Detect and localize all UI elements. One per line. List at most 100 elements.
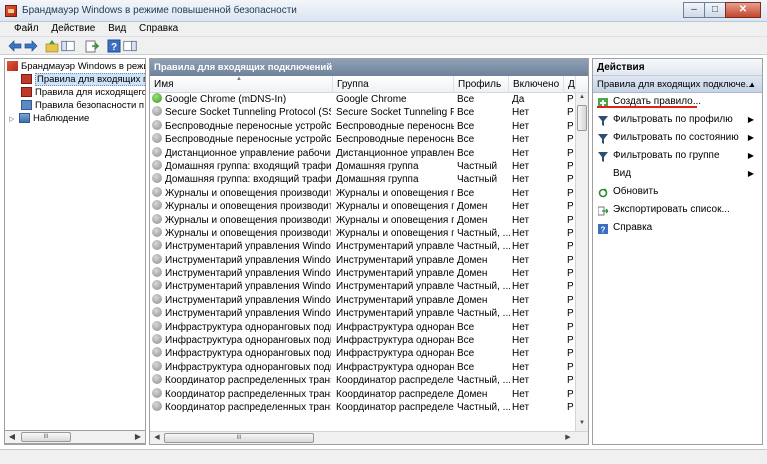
scroll-left-icon[interactable]: ◀ (5, 431, 19, 443)
rule-action-cell: Р (567, 388, 574, 400)
column-group[interactable]: Группа (333, 76, 454, 93)
table-row[interactable]: Инструментарий управления Windows ... Инс… (150, 307, 588, 320)
rule-profile-cell: Частный, ... (457, 375, 510, 387)
tree-item-inbound-rules[interactable]: Правила для входящих по (21, 73, 145, 86)
window-controls: – □ ✕ (683, 2, 761, 18)
rule-disabled-icon (152, 106, 162, 117)
table-row[interactable]: Журналы и оповещения производител... Журн… (150, 186, 588, 200)
table-row[interactable]: Беспроводные переносные устройства... Бес… (150, 133, 588, 146)
rule-disabled-icon (152, 360, 162, 371)
rule-profile-cell: Все (457, 187, 475, 199)
rule-name-text: Координатор распределенных транзак... (165, 388, 331, 400)
tree-horizontal-scrollbar[interactable]: ◀ III ▶ (4, 430, 146, 444)
close-button[interactable]: ✕ (725, 2, 761, 18)
rule-action-cell: Р (567, 294, 574, 306)
rule-name-cell: Инструментарий управления Windows ... (150, 293, 331, 307)
show-hide-tree-icon[interactable] (61, 39, 79, 53)
rule-disabled-icon (152, 267, 162, 278)
rule-disabled-icon (152, 280, 162, 291)
action-filter-by-group[interactable]: Фильтровать по группе ▶ (593, 147, 762, 165)
table-row[interactable]: Инструментарий управления Windows ... Инс… (150, 253, 588, 267)
column-name[interactable]: Имя (150, 76, 333, 93)
rule-profile-cell: Частный, ... (457, 227, 510, 239)
svg-text:?: ? (111, 42, 117, 53)
action-filter-by-profile[interactable]: Фильтровать по профилю ▶ (593, 111, 762, 129)
scroll-right-icon[interactable]: ▶ (562, 433, 574, 443)
tree-item-connection-security[interactable]: Правила безопасности п (21, 100, 144, 112)
scroll-left-icon[interactable]: ◀ (151, 433, 163, 443)
table-row[interactable]: Инфраструктура одноранговых подкл... Инфр… (150, 360, 588, 374)
tree-item-root[interactable]: Брандмауэр Windows в режим (7, 61, 145, 73)
scroll-right-icon[interactable]: ▶ (131, 431, 145, 443)
column-enabled[interactable]: Включено (509, 76, 564, 93)
help-toolbar-icon[interactable]: ? (107, 39, 121, 53)
scroll-down-icon[interactable]: ▼ (576, 420, 588, 430)
table-row[interactable]: Домашняя группа: входящий трафик Домашняя… (150, 159, 588, 173)
maximize-button[interactable]: □ (704, 2, 726, 18)
show-hide-action-pane-icon[interactable] (123, 39, 141, 53)
menu-file[interactable]: Файл (9, 22, 44, 36)
actions-section-header[interactable]: Правила для входящих подключе... ▲ (593, 76, 762, 93)
action-new-rule[interactable]: Создать правило... (593, 93, 762, 111)
rule-name-text: Инфраструктура одноранговых подкл... (165, 361, 331, 373)
action-filter-by-state[interactable]: Фильтровать по состоянию ▶ (593, 129, 762, 147)
up-folder-icon[interactable] (45, 39, 59, 53)
minimize-button[interactable]: – (683, 2, 705, 18)
rule-group-cell: Инструментарий управлен... (336, 294, 454, 306)
table-row[interactable]: Secure Socket Tunneling Protocol (SSTP-.… (150, 106, 588, 119)
rule-disabled-icon (152, 186, 162, 197)
action-view[interactable]: Вид ▶ (593, 165, 762, 183)
rule-group-cell: Дистанционное управлен... (336, 147, 454, 159)
tree-item-outbound-rules[interactable]: Правила для исходящего (21, 87, 145, 99)
table-row[interactable]: Дистанционное управление рабочим с... Дис… (150, 146, 588, 160)
table-row[interactable]: Журналы и оповещения производител... Журн… (150, 226, 588, 240)
rule-disabled-icon (152, 133, 162, 144)
table-row[interactable]: Координатор распределенных транзак... Коо… (150, 400, 588, 414)
action-refresh[interactable]: Обновить (593, 183, 762, 201)
scroll-thumb[interactable]: III (21, 432, 71, 442)
table-row[interactable]: Инструментарий управления Windows ... Инс… (150, 240, 588, 253)
rule-name-cell: Инфраструктура одноранговых подкл... (150, 360, 331, 374)
rule-action-cell: Р (567, 241, 574, 253)
table-row[interactable]: Координатор распределенных транзак... Коо… (150, 387, 588, 401)
menu-action[interactable]: Действие (46, 22, 100, 36)
rule-enabled-cell: Нет (512, 107, 530, 119)
export-toolbar-icon[interactable] (85, 39, 100, 53)
action-help[interactable]: ? Справка (593, 219, 762, 237)
scroll-up-icon[interactable]: ▲ (576, 94, 588, 104)
table-row[interactable]: Журналы и оповещения производител... Журн… (150, 200, 588, 213)
back-arrow-icon[interactable] (8, 39, 22, 53)
table-row[interactable]: Домашняя группа: входящий трафик (... Дом… (150, 173, 588, 186)
collapse-arrow-icon[interactable]: ▲ (748, 76, 756, 93)
filter-icon (598, 115, 608, 126)
table-row[interactable]: Инструментарий управления Windows ... Инс… (150, 293, 588, 307)
rule-disabled-icon (152, 159, 162, 170)
rule-disabled-icon (152, 400, 162, 411)
rule-disabled-icon (152, 334, 162, 345)
table-row[interactable]: Инфраструктура одноранговых подкл... Инфр… (150, 320, 588, 334)
column-profile[interactable]: Профиль (454, 76, 509, 93)
rules-horizontal-scrollbar[interactable]: ◀ III ▶ (150, 431, 588, 444)
rule-profile-cell: Домен (457, 294, 488, 306)
vertical-scroll-thumb[interactable] (577, 105, 587, 131)
table-row[interactable]: Координатор распределенных транзак... Коо… (150, 374, 588, 387)
rule-name-text: Инструментарий управления Windows ... (165, 308, 331, 320)
menu-view[interactable]: Вид (103, 22, 131, 36)
table-row[interactable]: Беспроводные переносные устройства... Бес… (150, 119, 588, 133)
table-row[interactable]: Google Chrome (mDNS-In) Google Chrome Все Д… (150, 93, 588, 106)
action-export-list[interactable]: Экспортировать список... (593, 201, 762, 219)
table-row[interactable]: Журналы и оповещения производител... Журн… (150, 213, 588, 227)
table-row[interactable]: Инфраструктура одноранговых подкл... Инфр… (150, 347, 588, 360)
table-row[interactable]: Инфраструктура одноранговых подкл... Инфр… (150, 334, 588, 347)
navigation-tree: Брандмауэр Windows в режим Правила для в… (4, 58, 146, 445)
table-row[interactable]: Инструментарий управления Windows ... Инс… (150, 280, 588, 293)
rule-enabled-cell: Нет (512, 214, 530, 226)
table-row[interactable]: Инструментарий управления Windows ... Инс… (150, 267, 588, 280)
expand-arrow-icon[interactable]: ▷ (9, 114, 19, 126)
rules-vertical-scrollbar[interactable]: ▲ ▼ (575, 93, 588, 431)
tree-item-monitoring[interactable]: ▷ Наблюдение (9, 113, 89, 125)
forward-arrow-icon[interactable] (24, 39, 38, 53)
column-action[interactable]: Д (564, 76, 576, 93)
horizontal-scroll-thumb[interactable]: III (164, 433, 314, 443)
menu-help[interactable]: Справка (134, 22, 183, 36)
